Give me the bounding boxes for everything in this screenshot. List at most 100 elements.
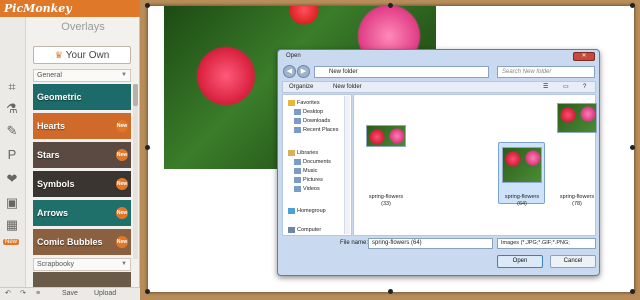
tile-label: Geometric [37, 92, 82, 102]
effects-icon[interactable]: ⚗ [3, 101, 21, 117]
panel-scrollbar[interactable] [133, 84, 138, 259]
category-general-select[interactable]: General ▼ [33, 69, 131, 82]
touchup-icon[interactable]: ✎ [3, 123, 21, 139]
nav-documents[interactable]: Documents [294, 158, 331, 166]
organize-button[interactable]: Organize [289, 82, 313, 92]
resize-handle[interactable] [388, 3, 393, 8]
frames-icon[interactable]: ▣ [3, 195, 21, 211]
file-number: (33) [381, 201, 391, 207]
filetype-select[interactable]: Images (*.JPG;*.GIF;*.PNG; [497, 238, 596, 249]
music-icon [294, 167, 301, 174]
nav-label: Desktop [303, 109, 324, 115]
upload-button[interactable]: Upload [94, 288, 116, 300]
save-button[interactable]: Save [62, 288, 78, 300]
file-number: (64) [517, 201, 527, 207]
file-thumbnail-selected[interactable] [502, 147, 542, 183]
tile-label: Stars [37, 150, 60, 160]
resize-handle[interactable] [630, 145, 635, 150]
nav-pictures[interactable]: Pictures [294, 176, 323, 184]
tile-label: Symbols [37, 179, 75, 189]
textures-icon[interactable]: ▦ [3, 217, 21, 233]
file-thumbnail[interactable] [557, 103, 597, 133]
new-badge: New [116, 178, 128, 190]
new-badge: New [116, 149, 128, 161]
your-own-button[interactable]: ♛ Your Own [33, 46, 131, 64]
nav-videos[interactable]: Videos [294, 185, 320, 193]
forward-button[interactable]: ▶ [297, 65, 310, 78]
videos-icon [294, 185, 301, 192]
nav-label: Pictures [303, 177, 323, 183]
file-name: spring-flowers [559, 194, 595, 200]
panel-scrollbar-thumb[interactable] [133, 84, 138, 106]
tile-stars[interactable]: Stars New [33, 142, 131, 168]
library-icon [288, 149, 295, 156]
resize-handle[interactable] [388, 289, 393, 294]
dialog-title: Open [286, 53, 301, 59]
filename-input[interactable]: spring-flowers (64) [368, 238, 493, 249]
nav-scrollbar[interactable] [344, 96, 350, 234]
nav-music[interactable]: Music [294, 167, 317, 175]
nav-computer[interactable]: Computer [288, 226, 321, 234]
category-scrapbooky-select[interactable]: Scrapbooky ▼ [33, 258, 131, 271]
crown-icon: ♛ [54, 50, 63, 60]
nav-recent-places[interactable]: Recent Places [294, 126, 338, 134]
new-badge: New [116, 207, 128, 219]
nav-downloads[interactable]: Downloads [294, 117, 330, 125]
pictures-icon [294, 176, 301, 183]
new-badge: New [116, 236, 128, 248]
app-logo[interactable]: PicMonkey [0, 0, 140, 17]
file-item[interactable]: spring-flowers (33) [361, 194, 411, 208]
undo-icon[interactable]: ↶ [5, 288, 11, 300]
computer-icon [288, 226, 295, 233]
file-number: (78) [572, 201, 582, 207]
nav-favorites[interactable]: Favorites [288, 99, 320, 107]
nav-desktop[interactable]: Desktop [294, 108, 323, 116]
redo-icon[interactable]: ↷ [20, 288, 26, 300]
tile-comic-bubbles[interactable]: Comic Bubbles New [33, 229, 131, 255]
resize-handle[interactable] [630, 289, 635, 294]
help-icon[interactable]: ? [583, 82, 586, 92]
file-thumbnail[interactable] [366, 125, 406, 147]
new-badge: New [116, 120, 128, 132]
tool-rail: ⌗ ⚗ ✎ P ❤ ▣ ▦ New [0, 17, 26, 287]
tile-scrapbooky-preview[interactable] [33, 272, 131, 287]
nav-label: Homegroup [297, 208, 326, 214]
search-placeholder: Search New folder [502, 69, 552, 75]
back-button[interactable]: ◀ [283, 65, 296, 78]
text-icon[interactable]: P [3, 147, 21, 163]
close-button[interactable]: ✕ [573, 52, 595, 61]
tile-hearts[interactable]: Hearts New [33, 113, 131, 139]
resize-handle[interactable] [630, 3, 635, 8]
view-options-icon[interactable]: ☰ [543, 82, 548, 92]
category-scrapbooky-label: Scrapbooky [37, 261, 74, 268]
resize-handle[interactable] [145, 289, 150, 294]
open-button[interactable]: Open [497, 255, 543, 268]
filetype-value: Images (*.JPG;*.GIF;*.PNG; [501, 240, 570, 246]
file-item[interactable]: spring-flowers (64) [497, 194, 547, 208]
file-item[interactable]: spring-flowers (78) [552, 194, 602, 208]
nav-label: Recent Places [303, 127, 339, 133]
address-path: New folder [329, 69, 358, 75]
address-bar[interactable]: New folder [314, 66, 489, 78]
recent-icon [294, 126, 301, 133]
panel-title: Overlays [61, 21, 105, 33]
tile-symbols[interactable]: Symbols New [33, 171, 131, 197]
category-general-label: General [37, 72, 62, 79]
nav-label: Music [303, 168, 318, 174]
nav-libraries[interactable]: Libraries [288, 149, 318, 157]
resize-handle[interactable] [145, 3, 150, 8]
dialog-toolbar: Organize New folder ☰ ▭ ? [282, 81, 596, 93]
overlays-icon[interactable]: ❤ [3, 171, 21, 187]
cancel-button[interactable]: Cancel [550, 255, 596, 268]
nav-homegroup[interactable]: Homegroup [288, 207, 326, 215]
bottom-bar: ↶ ↷ ≡ Save Upload [0, 287, 140, 300]
crop-icon[interactable]: ⌗ [3, 79, 21, 95]
new-folder-button[interactable]: New folder [333, 82, 362, 92]
tile-geometric[interactable]: Geometric [33, 84, 131, 110]
search-input[interactable]: Search New folder [497, 66, 595, 78]
open-file-dialog: Open ✕ ◀ ▶ New folder Search New folder … [277, 49, 600, 276]
preview-pane-icon[interactable]: ▭ [563, 82, 569, 92]
resize-handle[interactable] [145, 145, 150, 150]
tile-arrows[interactable]: Arrows New [33, 200, 131, 226]
history-icon[interactable]: ≡ [36, 288, 40, 300]
